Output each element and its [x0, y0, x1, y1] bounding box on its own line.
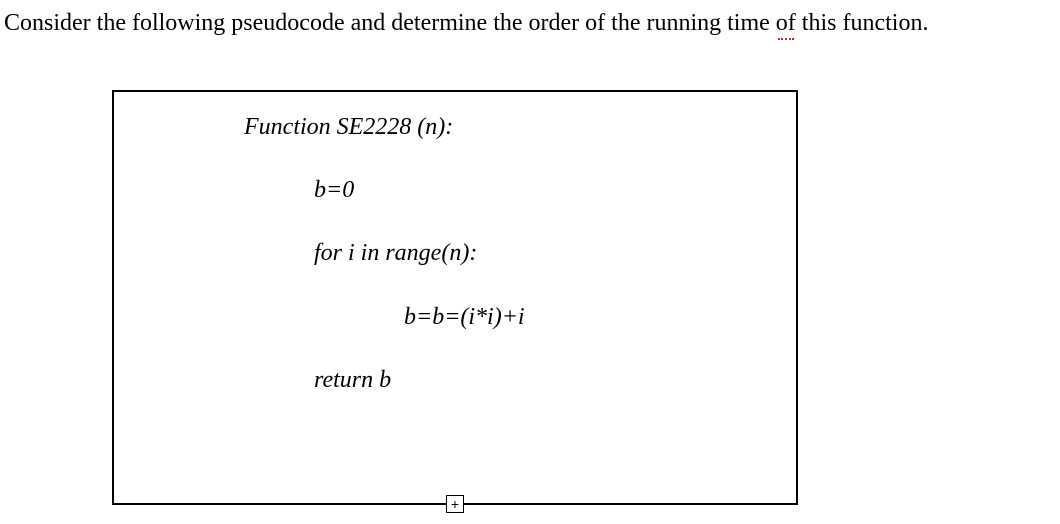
expand-handle-icon[interactable]	[446, 495, 464, 513]
code-init: b=0	[244, 175, 766, 206]
question-prefix: Consider the following pseudocode and de…	[4, 10, 776, 36]
pseudocode-box: Function SE2228 (n): b=0 for i in range(…	[112, 90, 798, 505]
question-text: Consider the following pseudocode and de…	[0, 10, 1060, 37]
code-body: b=b=(i*i)+i	[244, 302, 766, 333]
code-function-header: Function SE2228 (n):	[244, 112, 766, 143]
code-return: return b	[244, 365, 766, 396]
question-suffix: this function.	[796, 10, 929, 36]
question-underlined-word: of	[776, 10, 796, 37]
code-loop: for i in range(n):	[244, 238, 766, 269]
